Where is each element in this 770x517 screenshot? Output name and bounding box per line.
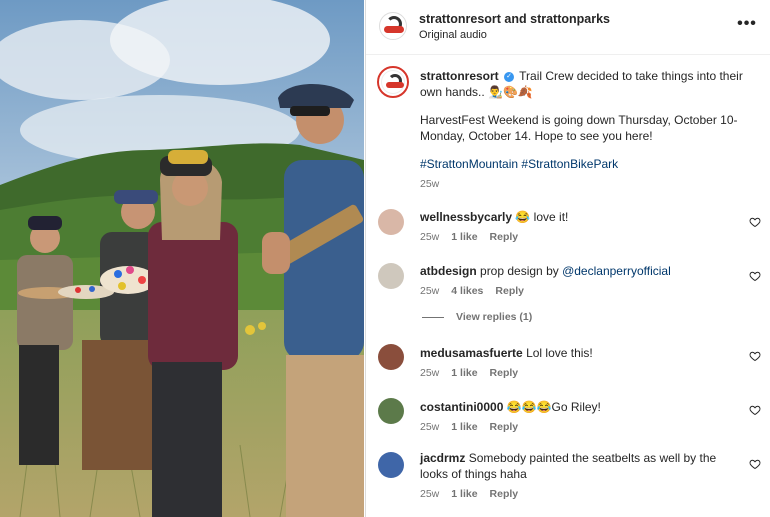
- heart-icon[interactable]: [749, 404, 761, 416]
- caption-username[interactable]: strattonresort: [420, 69, 499, 83]
- comment-username[interactable]: medusamasfuerte: [420, 346, 523, 360]
- post-caption: strattonresort ✓ Trail Crew decided to t…: [420, 68, 750, 190]
- reply-button[interactable]: Reply: [495, 285, 524, 297]
- commenter-avatar[interactable]: [378, 452, 404, 478]
- heart-icon[interactable]: [749, 270, 761, 282]
- verified-badge-icon: ✓: [504, 71, 515, 82]
- comment-username[interactable]: costantini0000: [420, 400, 503, 414]
- commenter-avatar[interactable]: [378, 398, 404, 424]
- comment-username[interactable]: wellnessbycarly: [420, 210, 512, 224]
- comment-time: 25w: [420, 421, 440, 433]
- commenter-avatar[interactable]: [378, 344, 404, 370]
- comment-text: Lol love this!: [526, 346, 593, 360]
- post-header: strattonresort and strattonparks Origina…: [366, 0, 770, 55]
- stratton-logo-badge: [384, 26, 404, 33]
- comment-text: prop design by: [480, 264, 563, 278]
- comment-time: 25w: [420, 488, 440, 500]
- reply-button[interactable]: Reply: [490, 488, 519, 500]
- comment-username[interactable]: jacdrmz: [420, 451, 465, 465]
- caption-paragraph: HarvestFest Weekend is going down Thursd…: [420, 113, 738, 143]
- audio-label[interactable]: Original audio: [419, 29, 487, 41]
- commenter-avatar[interactable]: [378, 263, 404, 289]
- reply-button[interactable]: Reply: [490, 421, 519, 433]
- comment-time: 25w: [420, 285, 440, 297]
- comment-likes[interactable]: 1 like: [451, 231, 477, 243]
- comment-username[interactable]: atbdesign: [420, 264, 477, 278]
- reply-button[interactable]: Reply: [490, 367, 519, 379]
- reply-button[interactable]: Reply: [490, 231, 519, 243]
- replies-divider: [422, 316, 444, 318]
- heart-icon[interactable]: [749, 458, 761, 470]
- account-avatar[interactable]: [379, 12, 407, 40]
- post-authors[interactable]: strattonresort and strattonparks: [419, 12, 610, 26]
- comment-likes[interactable]: 1 like: [451, 367, 477, 379]
- video-scene-image: [0, 0, 364, 517]
- comment-text: 😂 love it!: [515, 210, 569, 224]
- caption-avatar[interactable]: [377, 66, 409, 98]
- commenter-avatar[interactable]: [378, 209, 404, 235]
- comment-likes[interactable]: 1 like: [451, 488, 477, 500]
- heart-icon[interactable]: [749, 216, 761, 228]
- comment-time: 25w: [420, 231, 440, 243]
- post-panel: strattonresort and strattonparks Origina…: [365, 0, 770, 517]
- video-frame[interactable]: [0, 0, 364, 517]
- view-replies-button[interactable]: View replies (1): [422, 311, 532, 323]
- comment-text: Somebody painted the seatbelts as well b…: [420, 451, 717, 481]
- view-replies-label: View replies (1): [456, 311, 533, 323]
- heart-icon[interactable]: [749, 350, 761, 362]
- comment-likes[interactable]: 1 like: [451, 421, 477, 433]
- comment-likes[interactable]: 4 likes: [451, 285, 483, 297]
- caption-hashtags[interactable]: #StrattonMountain #StrattonBikePark: [420, 156, 750, 172]
- comment-mention[interactable]: @declanperryofficial: [562, 264, 671, 278]
- comment-text: 😂😂😂Go Riley!: [506, 400, 601, 414]
- caption-time: 25w: [420, 178, 440, 190]
- more-options-icon[interactable]: •••: [737, 14, 757, 34]
- comment-time: 25w: [420, 367, 440, 379]
